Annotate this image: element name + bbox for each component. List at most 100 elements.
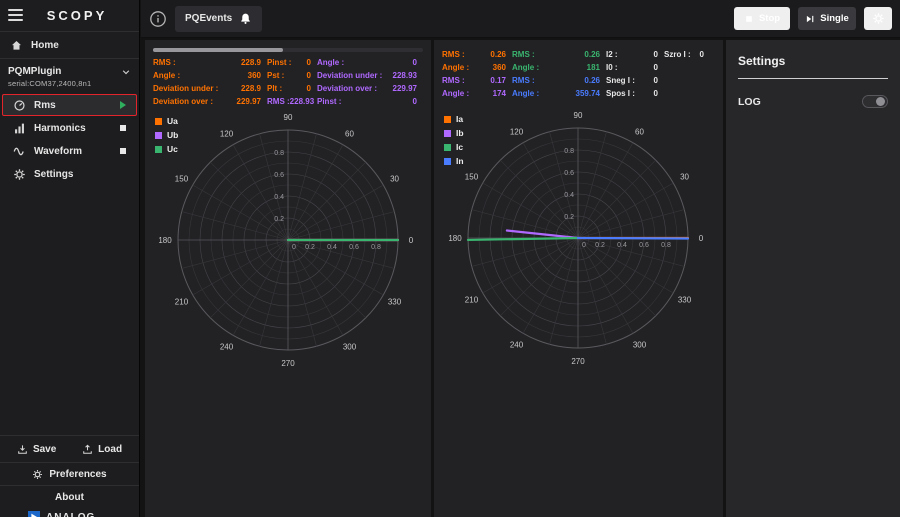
legend-item-ub[interactable]: Ub — [155, 130, 178, 140]
stat-label: Angle : — [512, 61, 539, 74]
plugin-header[interactable]: PQMPlugin serial:COM37,2400,8n1 — [0, 60, 139, 93]
legend-item-in[interactable]: In — [444, 156, 464, 166]
angle-tick-label: 90 — [284, 113, 293, 122]
stats-scrollbar-thumb[interactable] — [153, 48, 283, 52]
angle-tick-label: 150 — [175, 175, 189, 184]
waveform-sine-icon — [13, 145, 26, 158]
legend-item-ib[interactable]: Ib — [444, 128, 464, 138]
stat-cell: Plt : 0 — [267, 82, 317, 95]
angle-tick-label: 270 — [571, 357, 585, 366]
legend-swatch — [444, 144, 451, 151]
save-button[interactable]: Save — [17, 444, 56, 455]
detach-square-icon[interactable] — [120, 148, 126, 154]
preferences-button[interactable]: Preferences — [0, 464, 139, 484]
detach-square-icon[interactable] — [120, 125, 126, 131]
load-button[interactable]: Load — [82, 444, 122, 455]
angle-tick-label: 0 — [409, 236, 414, 245]
angle-tick-label: 120 — [510, 127, 524, 136]
stat-label: Sneg I : — [606, 74, 635, 87]
settings-pane: Settings LOG — [726, 40, 900, 517]
general-settings-button[interactable] — [864, 7, 892, 30]
angle-tick-label: 30 — [390, 175, 399, 184]
stat-label: Plt : — [267, 82, 282, 95]
sidebar-item-settings[interactable]: Settings — [2, 163, 137, 185]
stat-value: 0 — [654, 48, 658, 61]
info-button[interactable] — [149, 10, 167, 28]
angle-tick-label: 30 — [680, 173, 689, 182]
stat-cell: Angle :0 — [317, 56, 423, 69]
stat-value: 0 — [654, 87, 658, 100]
gear-icon — [13, 168, 26, 181]
stat-cell — [664, 61, 710, 74]
angle-tick-label: 0 — [699, 234, 704, 243]
stat-value: 0 — [307, 82, 311, 95]
sidebar-item-home[interactable]: Home — [0, 33, 139, 57]
radial-tick-label: 0.6 — [349, 244, 359, 251]
stat-label: Angle : — [442, 61, 469, 74]
sidebar-item-rms[interactable]: Rms — [2, 94, 137, 116]
rms-dial-icon — [13, 99, 26, 112]
radial-tick-label: 0.8 — [661, 242, 671, 249]
stat-label: RMS : — [512, 48, 535, 61]
stat-value: 0.26 — [584, 48, 600, 61]
chevron-down-icon[interactable] — [121, 67, 131, 77]
stat-label: Pst : — [267, 69, 284, 82]
about-button[interactable]: About — [0, 487, 139, 507]
log-row: LOG — [738, 95, 888, 108]
stat-value: 228.9 — [241, 56, 261, 69]
log-toggle[interactable] — [862, 95, 888, 108]
stat-cell: Deviation over :229.97 — [317, 82, 423, 95]
stat-value: 229.97 — [237, 95, 261, 108]
scopy-window: SCOPY Home PQMPlugin serial:COM37,2400,8… — [0, 0, 900, 517]
gear-icon — [32, 469, 43, 480]
tool-label: Rms — [34, 100, 56, 111]
radial-tick-label: 0.4 — [327, 244, 337, 251]
radial-tick-label: 0.6 — [564, 170, 574, 177]
angle-tick-label: 90 — [574, 111, 583, 120]
angle-tick-label: 150 — [465, 173, 479, 182]
stat-label: Angle : — [442, 87, 469, 100]
legend-label: Ua — [167, 116, 178, 126]
legend-swatch — [155, 132, 162, 139]
legend-swatch — [444, 158, 451, 165]
stat-value: 228.93 — [290, 95, 314, 108]
harmonics-bars-icon — [13, 122, 26, 135]
legend-item-ua[interactable]: Ua — [155, 116, 178, 126]
sidebar-item-waveform[interactable]: Waveform — [2, 140, 137, 162]
stat-label: Deviation over : — [317, 82, 377, 95]
sidebar-item-harmonics[interactable]: Harmonics — [2, 117, 137, 139]
legend-item-uc[interactable]: Uc — [155, 144, 178, 154]
legend-label: In — [456, 156, 464, 166]
stat-cell: RMS :0.26 — [442, 48, 512, 61]
stat-cell: Spos I :0 — [606, 87, 664, 100]
radial-tick-label: 0.2 — [595, 242, 605, 249]
legend-item-ic[interactable]: Ic — [444, 142, 464, 152]
radial-tick-label: 0.8 — [564, 148, 574, 155]
radial-tick-label: 0.4 — [564, 192, 574, 199]
radial-tick-label: 0 — [582, 242, 586, 249]
voltage-polar-chart[interactable]: 030609012015018021024027030033000.20.20.… — [145, 110, 431, 372]
current-legend: Ia Ib Ic In — [444, 114, 464, 166]
legend-swatch — [444, 130, 451, 137]
stat-cell: Pst :0 — [267, 69, 317, 82]
stat-label: Angle : — [512, 87, 539, 100]
stat-cell: Angle :360 — [442, 61, 512, 74]
stop-button[interactable]: Stop — [734, 7, 790, 30]
radial-tick-label: 0.4 — [617, 242, 627, 249]
save-icon — [17, 444, 28, 455]
stat-cell: Deviation under :228.93 — [317, 69, 423, 82]
sidebar-header: SCOPY — [0, 0, 139, 30]
single-button[interactable]: Single — [798, 7, 856, 30]
current-polar-chart[interactable]: 030609012015018021024027030033000.20.20.… — [434, 108, 723, 370]
home-label: Home — [31, 40, 59, 51]
stat-cell: Szro I :0 — [664, 48, 710, 61]
menu-icon[interactable] — [8, 9, 23, 21]
gear-icon — [872, 12, 885, 25]
home-icon — [10, 39, 23, 52]
voltage-panel: RMS :228.9Pinst :0Angle :0Angle :360Pst … — [145, 40, 431, 517]
legend-item-ia[interactable]: Ia — [444, 114, 464, 124]
tab-pqevents[interactable]: PQEvents — [175, 6, 262, 32]
stat-cell: Sneg I :0 — [606, 74, 664, 87]
sidebar: SCOPY Home PQMPlugin serial:COM37,2400,8… — [0, 0, 140, 517]
radial-tick-label: 0.2 — [564, 214, 574, 221]
